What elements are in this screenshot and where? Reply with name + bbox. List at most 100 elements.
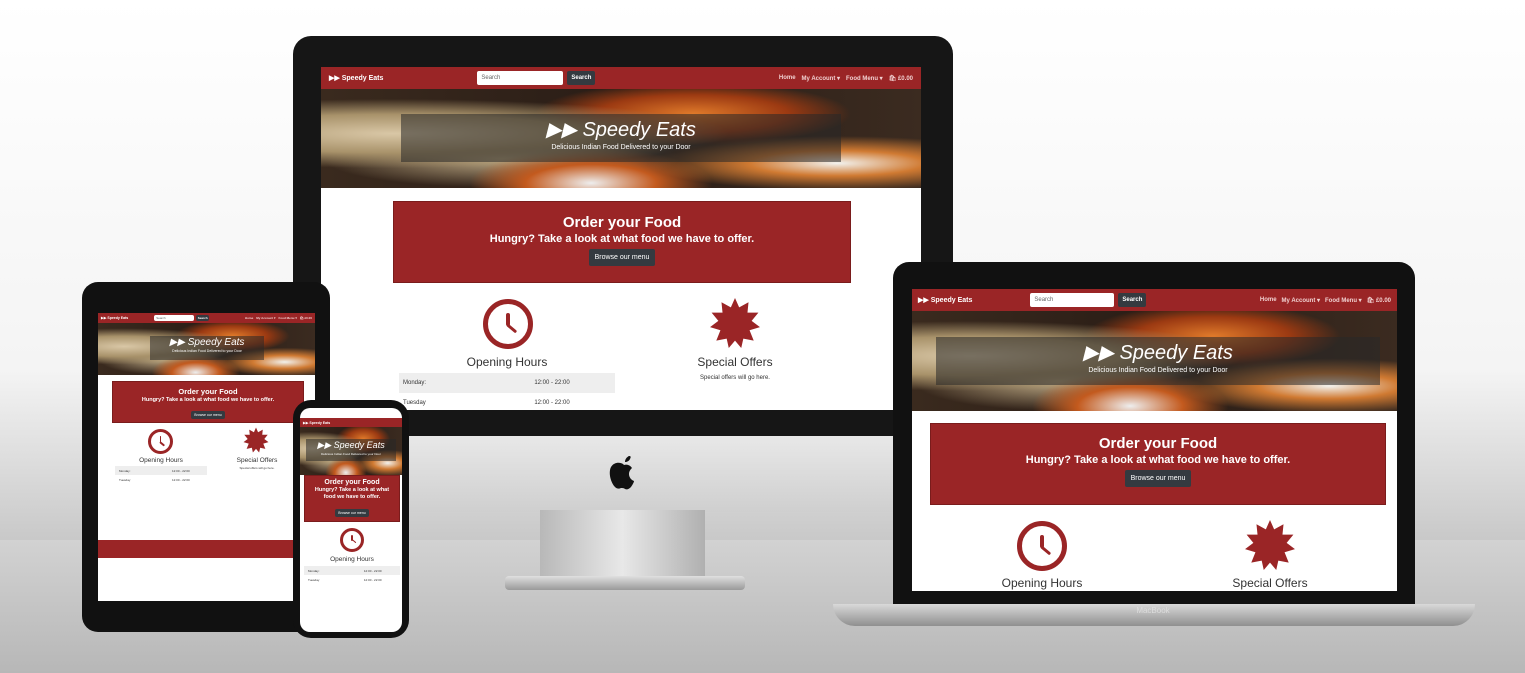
brand-text: Speedy Eats bbox=[930, 297, 973, 304]
navbar: ▶▶ Speedy Eats Search Search Home My Acc… bbox=[98, 313, 315, 323]
nav-food-menu[interactable]: Food Menu ▾ bbox=[846, 75, 883, 82]
order-subheading: Hungry? Take a look at what food we have… bbox=[489, 233, 755, 245]
hero-banner: ▶▶ Speedy Eats Delicious Indian Food Del… bbox=[300, 427, 402, 475]
nav-home[interactable]: Home bbox=[779, 75, 796, 82]
brand-link[interactable]: ▶▶ Speedy Eats bbox=[918, 296, 972, 304]
order-subheading: Hungry? Take a look at what food we have… bbox=[314, 487, 390, 500]
hero-overlay: ▶▶ Speedy Eats Delicious Indian Food Del… bbox=[306, 439, 396, 461]
nav-food-menu[interactable]: Food Menu ▾ bbox=[1325, 297, 1362, 304]
search-button[interactable]: Search bbox=[1118, 293, 1147, 307]
order-heading: Order your Food bbox=[1098, 435, 1218, 452]
hours-day: Monday: bbox=[403, 380, 427, 386]
navbar: ▶▶ Speedy Eats bbox=[300, 418, 402, 427]
hero-title: Speedy Eats bbox=[333, 440, 385, 450]
ipad-screen: ▶▶ Speedy Eats Search Search Home My Acc… bbox=[98, 313, 315, 601]
order-panel: Order your Food Hungry? Take a look at w… bbox=[930, 423, 1386, 505]
hero-subtitle: Delicious Indian Food Delivered to your … bbox=[1088, 367, 1228, 374]
fast-forward-icon: ▶▶ bbox=[546, 119, 577, 141]
fast-forward-icon: ▶▶ bbox=[1083, 342, 1114, 364]
hero-title: Speedy Eats bbox=[582, 119, 696, 141]
brand-link[interactable]: ▶▶ Speedy Eats bbox=[303, 421, 330, 425]
hours-time: 12:00 - 22:00 bbox=[534, 400, 570, 406]
order-heading: Order your Food bbox=[178, 387, 238, 396]
site-footer bbox=[98, 540, 315, 558]
hours-day: Monday: bbox=[119, 468, 131, 473]
opening-hours-table: Monday: 12:00 - 22:00 Tuesday 12:00 - 22… bbox=[115, 466, 207, 484]
nav-home[interactable]: Home bbox=[245, 316, 253, 320]
browse-menu-button[interactable]: Browse our menu bbox=[191, 411, 225, 419]
hero-overlay: ▶▶ Speedy Eats Delicious Indian Food Del… bbox=[150, 336, 264, 360]
clock-icon bbox=[483, 299, 533, 349]
imac-stand-neck bbox=[540, 510, 705, 580]
brand-link[interactable]: ▶▶ Speedy Eats bbox=[101, 316, 128, 320]
order-heading: Order your Food bbox=[562, 214, 682, 231]
hours-time: 12:00 - 22:00 bbox=[534, 380, 570, 386]
opening-hours-heading: Opening Hours bbox=[139, 457, 183, 464]
hours-row: Monday: 12:00 - 22:00 bbox=[115, 466, 207, 475]
special-offers-heading: Special Offers bbox=[697, 355, 773, 369]
fast-forward-icon: ▶▶ bbox=[918, 297, 929, 304]
starburst-icon bbox=[1245, 520, 1295, 570]
opening-hours-heading: Opening Hours bbox=[330, 556, 374, 563]
fast-forward-icon: ▶▶ bbox=[317, 440, 332, 450]
search-button[interactable]: Search bbox=[196, 315, 210, 321]
apple-logo-icon bbox=[609, 456, 634, 490]
opening-hours-heading: Opening Hours bbox=[466, 355, 548, 369]
brand-text: Speedy Eats bbox=[341, 75, 384, 82]
nav-my-account[interactable]: My Account ▾ bbox=[802, 75, 840, 82]
browse-menu-button[interactable]: Browse our menu bbox=[1124, 470, 1192, 487]
special-offers-heading: Special Offers bbox=[236, 457, 278, 464]
hero-banner: ▶▶ Speedy Eats Delicious Indian Food Del… bbox=[321, 89, 921, 188]
nav-my-account[interactable]: My Account ▾ bbox=[1282, 297, 1320, 304]
hours-day: Tuesday bbox=[403, 400, 426, 406]
navbar: ▶▶ Speedy Eats Search Search Home My Acc… bbox=[912, 289, 1397, 311]
hours-time: 12:00 - 22:00 bbox=[172, 468, 190, 473]
brand-link[interactable]: ▶▶ Speedy Eats bbox=[329, 74, 383, 82]
nav-cart[interactable]: 🛍 £0.00 bbox=[1367, 297, 1391, 304]
hero-banner: ▶▶ Speedy Eats Delicious Indian Food Del… bbox=[98, 323, 315, 375]
hero-overlay: ▶▶ Speedy Eats Delicious Indian Food Del… bbox=[401, 114, 841, 162]
nav-food-menu[interactable]: Food Menu ▾ bbox=[279, 316, 297, 320]
hours-day: Monday: bbox=[308, 568, 320, 573]
hours-day: Tuesday bbox=[308, 577, 320, 582]
fast-forward-icon: ▶▶ bbox=[303, 420, 309, 425]
nav-my-account[interactable]: My Account ▾ bbox=[256, 316, 275, 320]
clock-icon bbox=[340, 528, 364, 552]
clock-icon bbox=[1017, 521, 1067, 571]
search-input[interactable]: Search bbox=[154, 315, 195, 321]
hours-time: 12:00 - 22:00 bbox=[363, 568, 382, 573]
hero-banner: ▶▶ Speedy Eats Delicious Indian Food Del… bbox=[912, 311, 1397, 411]
macbook-screen: ▶▶ Speedy Eats Search Search Home My Acc… bbox=[912, 289, 1397, 591]
imac-stand-base bbox=[505, 576, 745, 590]
brand-text: Speedy Eats bbox=[107, 316, 129, 320]
brand-text: Speedy Eats bbox=[309, 420, 331, 425]
hours-row: Monday: 12:00 - 22:00 bbox=[399, 373, 615, 393]
browse-menu-button[interactable]: Browse our menu bbox=[335, 509, 369, 517]
order-subheading: Hungry? Take a look at what food we have… bbox=[1025, 454, 1291, 466]
order-panel: Order your Food Hungry? Take a look at w… bbox=[304, 475, 400, 522]
hero-title: Speedy Eats bbox=[187, 337, 245, 348]
navbar: ▶▶ Speedy Eats Search Search Home My Acc… bbox=[321, 67, 921, 89]
search-input[interactable]: Search bbox=[477, 71, 564, 85]
hours-time: 12:00 - 22:00 bbox=[172, 477, 190, 482]
fast-forward-icon: ▶▶ bbox=[101, 316, 107, 320]
hero-title: Speedy Eats bbox=[1119, 342, 1233, 364]
special-offers-text: Special offers will go here. bbox=[239, 466, 275, 470]
nav-cart[interactable]: 🛍 £0.00 bbox=[300, 316, 312, 320]
hero-overlay: ▶▶ Speedy Eats Delicious Indian Food Del… bbox=[936, 337, 1380, 385]
order-heading: Order your Food bbox=[324, 479, 380, 486]
nav-cart[interactable]: 🛍 £0.00 bbox=[889, 75, 913, 82]
clock-icon bbox=[148, 429, 173, 454]
order-subheading: Hungry? Take a look at what food we have… bbox=[141, 397, 275, 403]
starburst-icon bbox=[710, 298, 760, 348]
search-input[interactable]: Search bbox=[1030, 293, 1115, 307]
browse-menu-button[interactable]: Browse our menu bbox=[588, 249, 656, 266]
nav-home[interactable]: Home bbox=[1260, 297, 1277, 304]
macbook-label: MacBook bbox=[1136, 606, 1170, 615]
search-button[interactable]: Search bbox=[567, 71, 596, 85]
imac-screen: ▶▶ Speedy Eats Search Search Home My Acc… bbox=[321, 67, 921, 410]
opening-hours-table: Monday: 12:00 - 22:00 Tuesday 12:00 - 22… bbox=[304, 566, 400, 584]
hero-subtitle: Delicious Indian Food Delivered to your … bbox=[551, 144, 691, 151]
special-offers-heading: Special Offers bbox=[1232, 576, 1308, 590]
hours-time: 12:00 - 22:00 bbox=[363, 577, 382, 582]
